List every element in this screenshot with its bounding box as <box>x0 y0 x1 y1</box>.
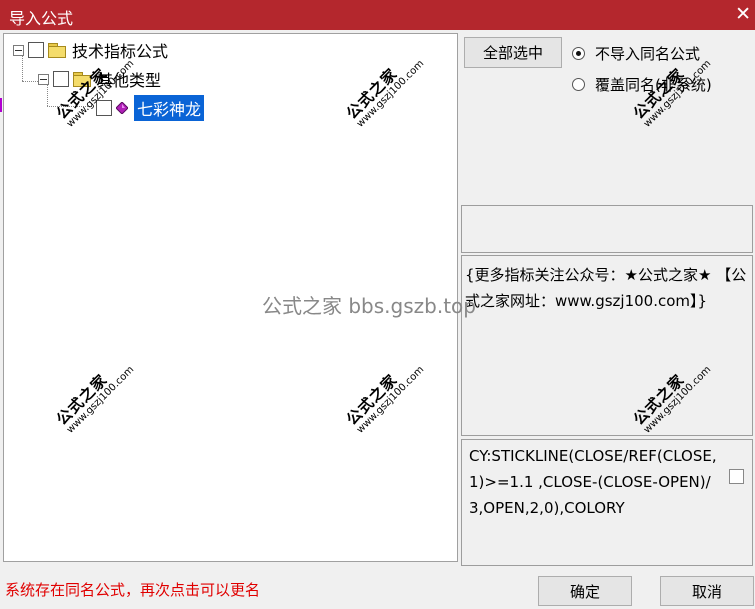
radio-label: 不导入同名公式 <box>595 45 701 63</box>
tree-node-checkbox[interactable] <box>53 71 69 87</box>
edge-marker <box>0 98 2 112</box>
close-icon[interactable]: ✕ <box>735 2 751 26</box>
status-message: 系统存在同名公式，再次点击可以更名 <box>5 581 261 599</box>
tree-connector <box>47 106 92 107</box>
tree-node-technical-indicators[interactable]: 技术指标公式 <box>13 38 168 62</box>
tree-connector <box>22 81 38 82</box>
description-text: {更多指标关注公众号：★公式之家★ 【公式之家网址：www.gszj100.co… <box>465 266 747 310</box>
collapse-icon[interactable] <box>38 73 49 85</box>
title-bar: 导入公式 ✕ <box>0 0 755 30</box>
select-all-button[interactable]: 全部选中 <box>464 37 562 68</box>
ok-button[interactable]: 确定 <box>538 576 632 606</box>
radio-label: 覆盖同名(非系统) <box>595 76 712 94</box>
formula-name-field[interactable] <box>461 205 753 253</box>
radio-button[interactable] <box>572 78 585 91</box>
radio-button[interactable] <box>572 47 585 60</box>
folder-icon <box>73 72 91 87</box>
code-checkbox[interactable] <box>729 469 744 484</box>
folder-icon <box>48 43 66 58</box>
tree-node-checkbox[interactable] <box>28 42 44 58</box>
radio-overwrite[interactable]: 覆盖同名(非系统) <box>572 74 712 95</box>
collapse-icon[interactable] <box>13 44 24 56</box>
radio-no-import[interactable]: 不导入同名公式 <box>572 43 700 64</box>
code-box[interactable]: CY:STICKLINE(CLOSE/REF(CLOSE,1)>=1.1 ,CL… <box>461 439 753 566</box>
tree-node-checkbox[interactable] <box>96 100 112 116</box>
tree-node-qicai-shenlong[interactable]: 七彩神龙 <box>96 95 205 121</box>
tree-node-label: 其他类型 <box>97 71 162 90</box>
code-text: CY:STICKLINE(CLOSE/REF(CLOSE,1)>=1.1 ,CL… <box>469 447 717 517</box>
cancel-button[interactable]: 取消 <box>660 576 754 606</box>
window-title: 导入公式 <box>9 9 74 28</box>
tree-node-label: 七彩神龙 <box>134 95 205 121</box>
formula-gem-icon <box>116 102 128 114</box>
formula-tree[interactable]: 技术指标公式 其他类型 七彩神龙 <box>3 33 458 562</box>
tree-node-other-types[interactable]: 其他类型 <box>38 67 161 91</box>
tree-node-label: 技术指标公式 <box>72 42 169 61</box>
